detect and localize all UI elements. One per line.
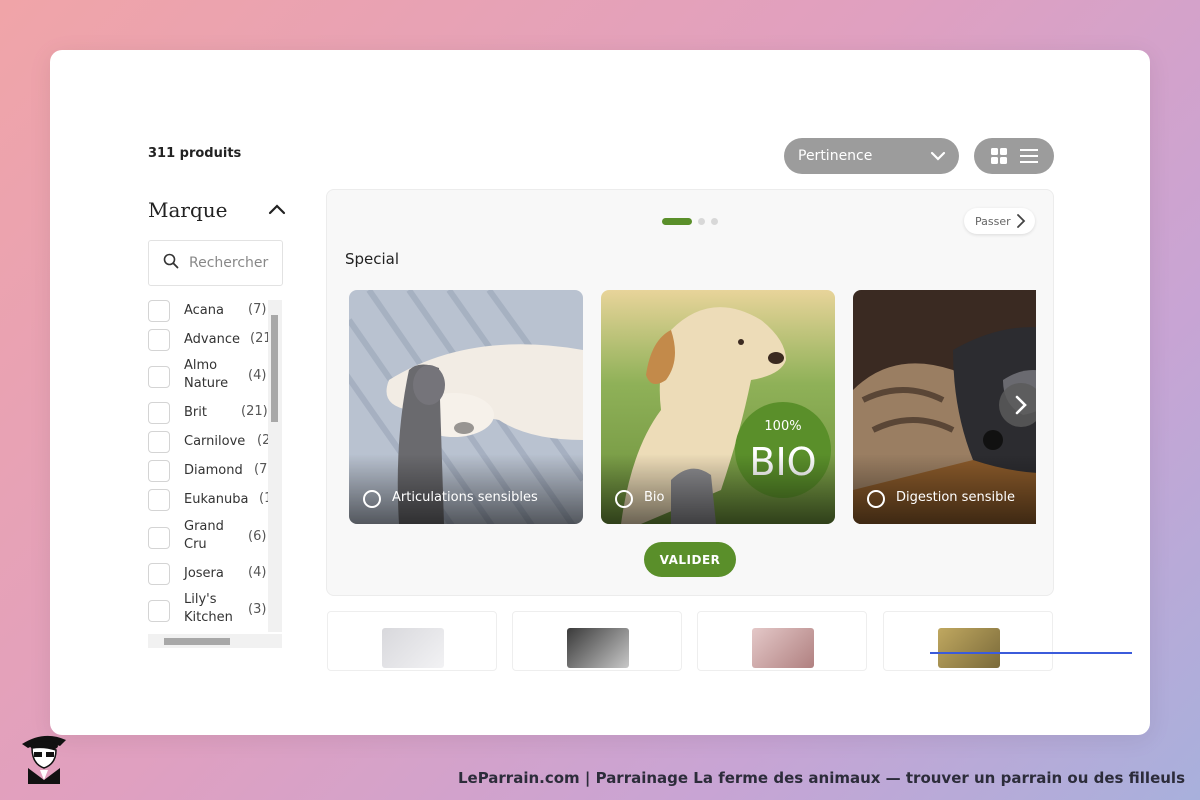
product-card[interactable] [327,611,497,671]
product-card[interactable] [883,611,1053,671]
validate-button[interactable]: VALIDER [644,542,736,577]
brand-count: (7) [248,302,267,317]
view-toggle [974,138,1054,174]
list-view-icon[interactable] [1019,147,1039,165]
brand-checkbox[interactable] [148,329,170,351]
product-image [752,628,814,668]
search-icon [163,253,179,273]
bio-badge-top: 100% [764,419,801,434]
brand-name: Diamond [184,463,243,478]
brand-name: Almo Nature [184,358,229,391]
brand-name: Brit [184,405,207,420]
scrollbar-thumb[interactable] [271,315,278,422]
sort-selected-value: Pertinence [798,148,873,164]
brand-name: Advance [184,332,240,347]
product-image [938,628,1000,668]
special-title: Special [345,250,400,268]
brand-checkbox[interactable] [148,366,170,388]
brand-checkbox[interactable] [148,431,170,453]
tile-articulations[interactable]: Articulations sensibles [349,290,583,524]
tile-bio[interactable]: 100% BIO Bio [601,290,835,524]
sort-dropdown[interactable]: Pertinence [784,138,959,174]
brand-checkbox[interactable] [148,300,170,322]
blue-indicator-line [930,652,1132,654]
scrollbar-thumb[interactable] [164,638,230,645]
footer-caption: LeParrain.com | Parrainage La ferme des … [457,769,1185,787]
brand-list-horizontal-scrollbar[interactable] [148,634,282,648]
chevron-down-icon [929,147,947,169]
tile-shade [853,454,1036,524]
skip-label: Passer [975,214,1011,228]
chevron-right-icon [1017,214,1026,228]
brand-count: (4) [248,368,267,383]
brand-count: (21) [241,404,268,419]
brand-name: Carnilove [184,434,246,449]
grid-view-icon[interactable] [990,147,1008,165]
tile-radio[interactable] [867,490,885,508]
tile-label: Bio [644,490,665,505]
brand-checkbox[interactable] [148,460,170,482]
special-tiles: Articulations sensibles 100% Bio Digesti… [349,290,1036,524]
carousel-dot-active[interactable] [662,218,692,225]
brand-search [148,240,283,286]
brand-checkbox[interactable] [148,563,170,585]
brand-name: Lily's Kitchen [184,592,233,625]
carousel-pagination [662,218,718,225]
brand-list-vertical-scrollbar[interactable] [268,300,282,632]
page-card: 311 produits Pertinence Marque Recherche… [50,50,1150,735]
product-card[interactable] [512,611,682,671]
tile-radio[interactable] [363,490,381,508]
brand-list: Acana (7) Advance (21 Almo Nature (4) Br… [148,300,282,648]
brand-checkbox[interactable] [148,600,170,622]
brand-filter-title: Marque [148,198,228,222]
product-image [382,628,444,668]
chevron-up-icon[interactable] [267,200,287,224]
brand-name: Josera [184,566,224,581]
brand-name: Acana [184,303,224,318]
tile-label: Articulations sensibles [392,490,538,505]
skip-button[interactable]: Passer [964,208,1035,234]
brand-count: (3) [248,602,267,617]
brand-count: (7 [254,462,268,477]
brand-name: Grand Cru [184,519,224,552]
brand-count: (4) [248,565,267,580]
tile-label: Digestion sensible [896,490,1015,505]
carousel-next-button[interactable] [999,383,1036,427]
product-card[interactable] [697,611,867,671]
brand-count: (6) [248,529,267,544]
brand-checkbox[interactable] [148,402,170,424]
results-count: 311 produits [148,146,242,161]
brand-search-input[interactable] [189,255,279,271]
carousel-dot[interactable] [711,218,718,225]
product-image [567,628,629,668]
carousel-dot[interactable] [698,218,705,225]
tile-shade [349,454,583,524]
special-carousel: Passer Special Articulations sensibles 1… [326,189,1054,596]
tile-radio[interactable] [615,490,633,508]
brand-checkbox[interactable] [148,489,170,511]
brand-checkbox[interactable] [148,527,170,549]
tile-shade [601,454,835,524]
brand-name: Eukanuba [184,492,249,507]
chevron-right-icon [1015,395,1027,415]
mascot-logo-icon [18,728,70,788]
